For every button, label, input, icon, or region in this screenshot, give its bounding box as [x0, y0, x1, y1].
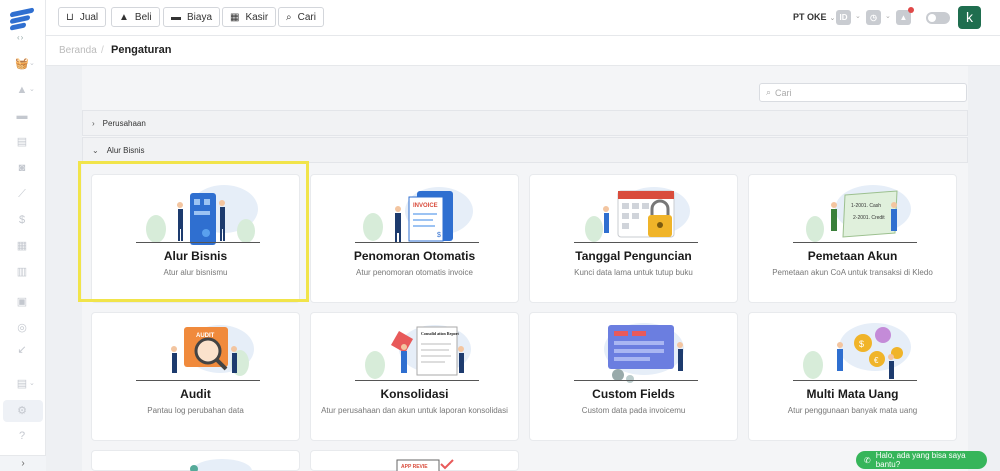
pos-menu-icon[interactable]: ↙ [15, 344, 29, 356]
card-description: Pemetaan akun CoA untuk transaksi di Kle… [772, 268, 933, 277]
svg-text:APP REVIE: APP REVIE [401, 464, 428, 470]
card-row3-1[interactable] [91, 450, 300, 471]
expense-menu-icon[interactable]: ▬ [15, 110, 29, 122]
report-menu-icon[interactable]: ⟋ [15, 188, 29, 200]
settings-search-input[interactable]: ⌕ Cari [759, 83, 967, 102]
sales-menu-icon[interactable]: 🧺 ⌄ [15, 58, 35, 70]
section-alur-bisnis[interactable]: ⌄ Alur Bisnis [82, 137, 968, 163]
breadcrumb-separator: / [101, 45, 104, 56]
breadcrumb-home-link[interactable]: Beranda [59, 45, 97, 56]
bag-icon: ▲ [119, 11, 129, 23]
card-pemetaan-akun[interactable]: 1-2001. Cash 2-2001. Credit Pemetaan Aku… [748, 174, 957, 303]
account-mapping-illustration: 1-2001. Cash 2-2001. Credit [806, 185, 911, 242]
audit-illustration: AUDIT [171, 325, 254, 376]
clock-icon[interactable]: ◷ [866, 10, 881, 25]
search-icon: ⌕ [286, 11, 292, 23]
svg-text:Consolid ation Report: Consolid ation Report [421, 331, 459, 336]
custom-fields-illustration [604, 323, 684, 383]
card-title: Penomoran Otomatis [353, 249, 476, 263]
asset-menu-icon[interactable]: ◎ [15, 322, 29, 334]
multi-currency-illustration: $ € [803, 323, 911, 379]
card-audit[interactable]: AUDIT Audit Pantau log perubahan data [91, 312, 300, 441]
avatar[interactable]: k [958, 6, 981, 29]
card-description: Atur penggunaan banyak mata uang [787, 406, 918, 415]
svg-text:$: $ [859, 339, 864, 349]
card-description: Atur perusahaan dan akun untuk laporan k… [321, 406, 508, 415]
company-selector[interactable]: PT OKE ⌄ [793, 12, 835, 22]
consolidation-illustration: Consolid ation Report [365, 325, 471, 379]
section-perusahaan[interactable]: › Perusahaan [82, 110, 968, 136]
wallet-icon: ▬ [171, 11, 181, 23]
card-description: Atur penomoran otomatis invoice [356, 268, 473, 277]
card-konsolidasi[interactable]: Consolid ation Report Konsolidasi Atur p… [310, 312, 519, 441]
auto-numbering-illustration: INVOICE $ [363, 187, 473, 243]
topbar: ⊔ Jual ▲ Beli ▬ Biaya ▦ Kasir ⌕ Cari PT OKE ⌄ … [46, 0, 1000, 36]
cashier-icon: ▦ [230, 11, 240, 23]
collapse-handle-icon[interactable]: ‹› [17, 33, 24, 42]
settings-menu-icon[interactable]: ⚙ [15, 405, 29, 417]
chevron-down-icon: ⌄ [855, 13, 861, 20]
card-description: Kunci data lama untuk tutup buku [574, 268, 693, 277]
help-menu-icon[interactable]: ? [15, 430, 29, 442]
card-title: Custom Fields [592, 387, 675, 401]
card-tanggal-penguncian[interactable]: Tanggal Penguncian Kunci data lama untuk… [529, 174, 738, 303]
card-title: Konsolidasi [380, 387, 449, 401]
chevron-down-icon: ⌄ [829, 15, 836, 22]
card-title: Tanggal Penguncian [575, 249, 692, 263]
sidebar: ‹› 🧺 ⌄ ▲ ⌄ ▬ ▤ ◙ ⟋ $ ▦ ▥ ▣ ◎ ↙ ▤ ⌄ ⚙ ? › [0, 0, 46, 471]
card-multi-mata-uang[interactable]: $ € Multi Mata Uang Atur penggunaan bany… [748, 312, 957, 441]
card-row3-2[interactable]: APP REVIE [310, 450, 519, 471]
bank-menu-icon[interactable]: ▤ [15, 136, 29, 148]
expand-sidebar-button[interactable]: › [0, 455, 46, 471]
dark-mode-toggle[interactable] [926, 12, 950, 24]
chevron-right-icon: › [92, 118, 95, 128]
cari-button[interactable]: ⌕ Cari [278, 7, 324, 27]
card-penomoran-otomatis[interactable]: INVOICE $ Penomoran Otomatis Atur penomo… [310, 174, 519, 303]
svg-text:$: $ [437, 232, 441, 239]
lock-date-illustration [585, 187, 690, 242]
other-menu-icon[interactable]: ▤ ⌄ [15, 378, 35, 390]
biaya-button[interactable]: ▬ Biaya [163, 7, 221, 27]
svg-text:€: € [874, 356, 879, 365]
svg-text:INVOICE: INVOICE [413, 203, 438, 209]
contact-menu-icon[interactable]: ▦ [15, 240, 29, 252]
card-title: Audit [180, 387, 211, 401]
chevron-down-icon: ⌄ [92, 145, 99, 155]
svg-text:2-2001. Credit: 2-2001. Credit [853, 215, 885, 221]
card-title: Pemetaan Akun [807, 249, 898, 263]
card-illustration [190, 459, 252, 471]
card-description: Custom data pada invoicemu [581, 406, 686, 415]
kledo-logo[interactable] [10, 6, 36, 32]
kasir-button[interactable]: ▦ Kasir [222, 7, 277, 27]
purchase-menu-icon[interactable]: ▲ ⌄ [15, 84, 35, 96]
search-icon: ⌕ [766, 87, 772, 97]
money-menu-icon[interactable]: $ [15, 214, 29, 226]
card-custom-fields[interactable]: Custom Fields Custom data pada invoicemu [529, 312, 738, 441]
language-selector[interactable]: ID [836, 10, 851, 25]
whatsapp-icon: ✆ [864, 455, 871, 465]
beli-button[interactable]: ▲ Beli [111, 7, 160, 27]
jual-button[interactable]: ⊔ Jual [58, 7, 107, 27]
notification-badge [908, 7, 914, 13]
breadcrumb: Beranda / Pengaturan [46, 36, 1000, 66]
highlight-frame [78, 161, 309, 302]
building-menu-icon[interactable]: ▥ [15, 266, 29, 278]
chevron-down-icon: ⌄ [885, 13, 891, 20]
card-title: Multi Mata Uang [806, 387, 899, 401]
whatsapp-chat-button[interactable]: ✆ Halo, ada yang bisa saya bantu? [856, 451, 987, 469]
svg-text:1-2001. Cash: 1-2001. Cash [851, 203, 881, 209]
app-review-illustration: APP REVIE [396, 459, 454, 471]
page-title: Pengaturan [111, 44, 172, 56]
camera-menu-icon[interactable]: ◙ [15, 162, 29, 174]
card-description: Pantau log perubahan data [147, 406, 244, 415]
product-menu-icon[interactable]: ▣ [15, 296, 29, 308]
basket-icon: ⊔ [66, 11, 74, 23]
